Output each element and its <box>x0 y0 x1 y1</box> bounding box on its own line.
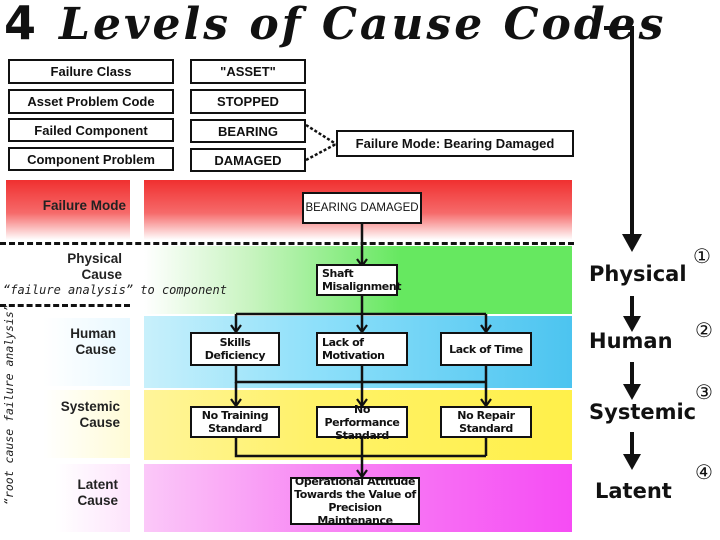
label-component-problem: Component Problem <box>8 147 174 171</box>
arrowhead-systemic <box>623 384 641 400</box>
level-systemic: Systemic <box>589 400 697 424</box>
node-bearing-damaged: BEARING DAMAGED <box>302 192 422 224</box>
connector-bearing <box>305 123 337 146</box>
label-failed-component: Failed Component <box>8 118 174 142</box>
value-failure-class: "ASSET" <box>190 59 306 84</box>
page-title: 4 Levels of Cause Codes <box>4 0 666 50</box>
node-shaft-misalignment: Shaft Misalignment <box>316 264 402 296</box>
level-human: Human <box>589 329 673 353</box>
separator-failure-mode <box>0 242 574 245</box>
marker-3-icon: ③ <box>695 380 713 404</box>
connector-damaged <box>305 142 337 162</box>
node-no-training-standard: No Training Standard <box>190 406 280 438</box>
marker-1-icon: ① <box>693 244 711 268</box>
band-label-text-systemic: Systemic Cause <box>60 399 120 430</box>
node-no-performance-standard: No Performance Standard <box>316 403 408 442</box>
arrowhead-latent-level <box>623 454 641 470</box>
failure-mode-box: Failure Mode: Bearing Damaged <box>336 130 574 157</box>
failure-analysis-note: “failure analysis” to component <box>3 283 227 297</box>
value-asset-problem-code: STOPPED <box>190 89 306 114</box>
band-label-text-human: Human Cause <box>70 326 116 357</box>
label-asset-problem-code: Asset Problem Code <box>8 89 174 114</box>
node-operational-attitude: Operational Attitude Towards the Value of… <box>290 475 420 527</box>
node-lack-of-time: Lack of Time <box>440 332 532 366</box>
band-label-text-physical: Physical Cause <box>67 251 122 282</box>
node-skills-deficiency: Skills Deficiency <box>190 332 280 366</box>
label-failure-class: Failure Class <box>8 59 174 84</box>
arrow-title-to-levels <box>604 26 634 236</box>
title-number: 4 <box>4 0 40 50</box>
marker-4-icon: ④ <box>695 460 713 484</box>
marker-2-icon: ② <box>695 318 713 342</box>
band-label-text-failure-mode: Failure Mode <box>42 198 126 213</box>
arrowhead-physical <box>622 234 642 252</box>
value-component-problem: DAMAGED <box>190 148 306 172</box>
root-cause-note: “root cause failure analysis” <box>2 304 16 505</box>
level-latent: Latent <box>595 479 672 503</box>
value-failed-component: BEARING <box>190 119 306 143</box>
title-text: Levels of Cause Codes <box>59 0 667 50</box>
band-label-text-latent: Latent Cause <box>77 477 118 508</box>
separator-physical <box>0 304 130 307</box>
node-lack-of-motivation: Lack of Motivation <box>316 332 408 366</box>
node-no-repair-standard: No Repair Standard <box>440 406 532 438</box>
level-physical: Physical <box>589 262 687 286</box>
